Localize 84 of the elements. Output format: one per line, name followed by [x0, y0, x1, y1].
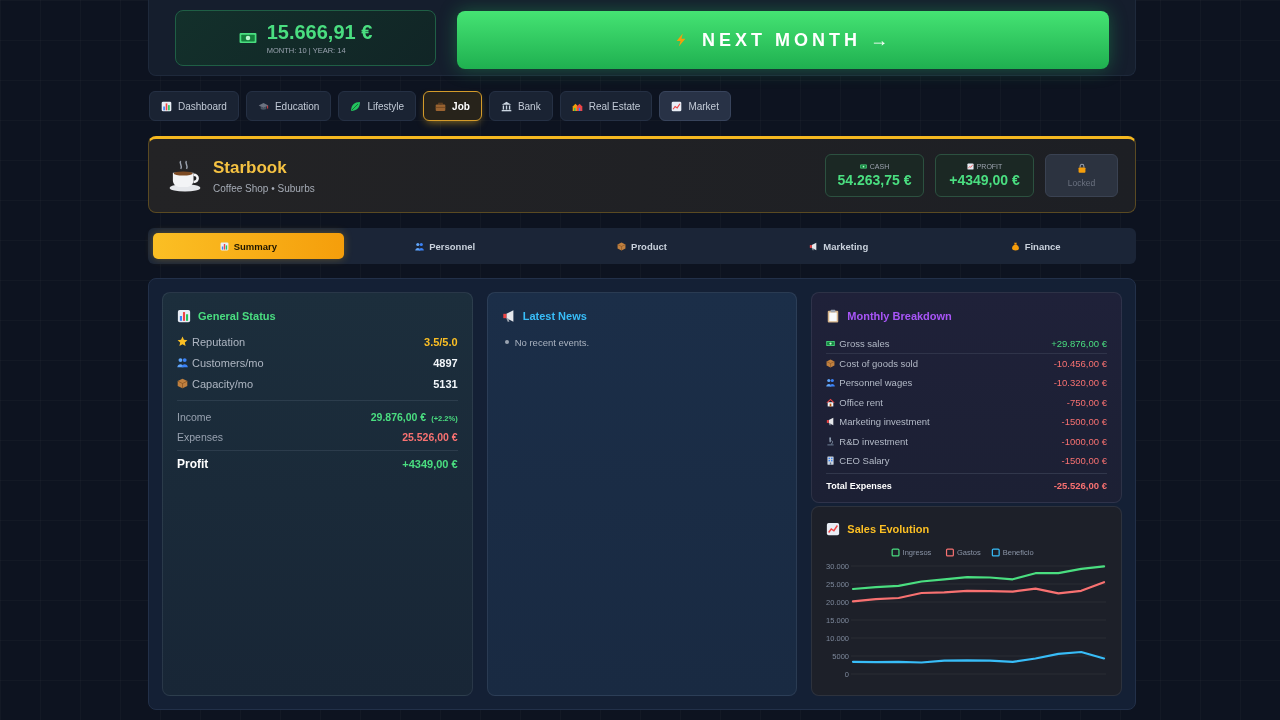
people-icon — [826, 378, 836, 388]
business-name: Starbook — [213, 157, 287, 178]
metric-value: 3.5/5.0 — [424, 335, 458, 348]
finance-label: Income — [177, 411, 212, 423]
graduation-cap-icon — [257, 100, 269, 112]
nav-tab[interactable]: Bank — [488, 91, 553, 121]
business-subtitle: Coffee Shop • Suburbs — [213, 182, 315, 194]
house-icon — [826, 397, 836, 407]
sub-tab[interactable]: Finance — [940, 233, 1131, 259]
box-icon — [177, 378, 188, 389]
money-bag-icon — [1010, 241, 1020, 251]
bullet-icon — [504, 340, 509, 344]
people-icon — [177, 357, 188, 368]
breakdown-value: -1000,00 € — [1061, 435, 1107, 447]
cash-amount: 15.666,91 € — [266, 21, 373, 43]
bar-chart-icon — [219, 241, 229, 251]
banknote-icon — [859, 163, 867, 170]
nav-tab[interactable]: Job — [423, 91, 482, 121]
breakdown-label: Personnel wages — [839, 377, 913, 389]
sub-tab[interactable]: Summary — [153, 233, 344, 259]
stat-value: 54.263,75 € — [837, 172, 912, 188]
section-title: Monthly Breakdown — [847, 310, 952, 322]
total-label: Total Expenses — [826, 480, 892, 491]
metric-label: Reputation — [192, 335, 246, 348]
news-item: No recent events. — [514, 336, 590, 348]
profit-value: +4349,00 € — [402, 457, 458, 470]
nav-tab[interactable]: Lifestyle — [338, 91, 417, 121]
metric-label: Customers/mo — [192, 356, 264, 369]
section-title: General Status — [198, 310, 276, 322]
megaphone-icon — [826, 417, 836, 427]
breakdown-label: CEO Salary — [839, 455, 890, 467]
breakdown-value: -1500,00 € — [1061, 455, 1107, 467]
sub-tab[interactable]: Personnel — [349, 233, 541, 259]
breakdown-value: -10.456,00 € — [1053, 357, 1107, 369]
section-title: Sales Evolution — [847, 523, 930, 535]
leaf-icon — [350, 100, 362, 112]
line-chart-icon — [671, 100, 683, 112]
stat-value: +4349,00 € — [949, 172, 1020, 188]
nav-tab[interactable]: Real Estate — [559, 91, 653, 121]
breakdown-label: Marketing investment — [839, 416, 930, 428]
profit-label: Profit — [177, 456, 209, 471]
briefcase-icon — [435, 100, 447, 112]
bank-icon — [500, 100, 512, 112]
breakdown-label: Gross sales — [839, 337, 890, 349]
lightning-icon — [674, 32, 688, 48]
legend-swatch-icon — [891, 548, 900, 557]
box-icon — [617, 241, 627, 251]
breakdown-label: R&D investment — [839, 435, 908, 447]
metric-label: Capacity/mo — [192, 377, 254, 390]
bar-chart-icon — [177, 309, 191, 323]
people-icon — [415, 241, 425, 251]
breakdown-value: -750,00 € — [1066, 396, 1107, 408]
megaphone-icon — [809, 241, 819, 251]
line-chart-icon — [826, 522, 841, 536]
finance-value: 29.876,00 € — [370, 411, 427, 423]
lock-icon — [1076, 163, 1087, 173]
section-title: Latest News — [522, 310, 587, 322]
metric-value: 4897 — [433, 356, 458, 369]
coffee-cup-icon — [168, 158, 202, 193]
nav-tab[interactable]: Education — [245, 91, 332, 121]
sub-tab[interactable]: Product — [546, 233, 738, 259]
breakdown-value: -10.320,00 € — [1053, 377, 1107, 389]
office-building-icon — [826, 456, 836, 466]
breakdown-label: Cost of goods sold — [839, 357, 918, 369]
breakdown-value: -1500,00 € — [1061, 416, 1107, 428]
box-icon — [826, 358, 836, 368]
star-icon — [177, 336, 188, 347]
total-value: -25.526,00 € — [1053, 480, 1107, 491]
breakdown-value: +29.876,00 € — [1051, 337, 1107, 349]
nav-tab[interactable]: Market — [659, 91, 731, 121]
microscope-icon — [826, 436, 836, 446]
clipboard-icon — [826, 309, 841, 323]
line-chart-icon — [966, 163, 974, 170]
finance-label: Expenses — [177, 431, 224, 443]
megaphone-icon — [501, 309, 516, 323]
finance-value: 25.526,00 € — [402, 431, 458, 443]
legend-swatch-icon — [992, 548, 1001, 557]
sub-tab[interactable]: Marketing — [743, 233, 935, 259]
bar-chart-icon — [161, 100, 172, 112]
legend-swatch-icon — [946, 548, 955, 557]
nav-tab[interactable]: Dashboard — [149, 91, 239, 121]
banknote-icon — [826, 338, 836, 348]
breakdown-label: Office rent — [839, 396, 883, 408]
metric-value: 5131 — [433, 377, 458, 390]
